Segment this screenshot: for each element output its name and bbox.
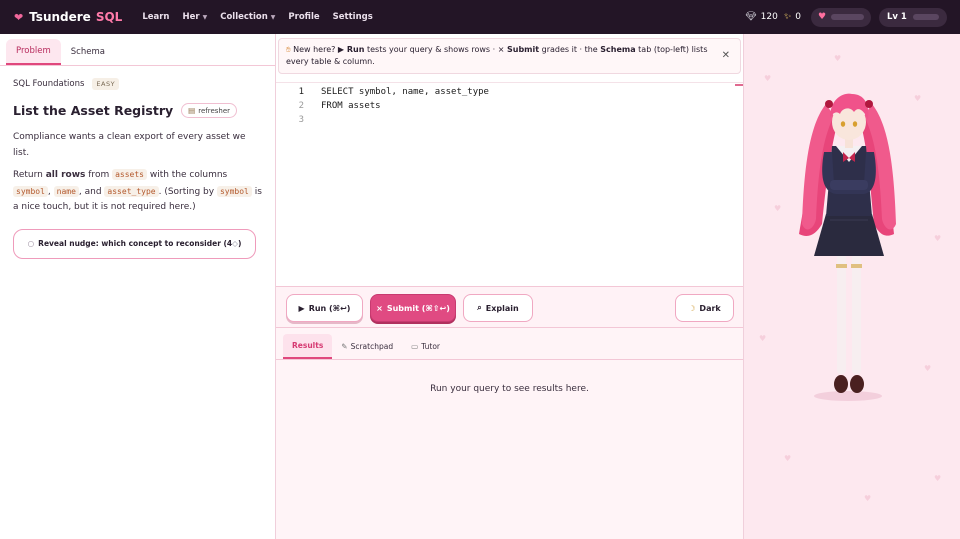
gem-counter: 💎︎ 120 [745, 12, 778, 22]
nav-settings[interactable]: Settings [333, 12, 373, 22]
affection-meter[interactable]: ♥ [811, 7, 871, 27]
magnifier-icon: ⌕ [477, 303, 482, 312]
brand-name: Tsundere [29, 10, 91, 24]
editor-scrollbar[interactable] [735, 83, 743, 287]
pencil-icon: ✎ [341, 342, 348, 351]
code-line: 1 SELECT symbol, name, asset_type [276, 85, 489, 99]
gem-icon: 💎︎ [745, 12, 757, 22]
code-column: symbol [13, 185, 48, 197]
problem-instructions: Return all rows from assets with the col… [13, 169, 262, 212]
sql-editor[interactable]: 1 SELECT symbol, name, asset_type 2 FROM… [276, 82, 743, 286]
sparkle-counter: ✨︎ 0 [783, 12, 801, 22]
dark-mode-button[interactable]: ☽ Dark [675, 294, 734, 322]
results-empty-message: Run your query to see results here. [430, 384, 589, 394]
reveal-nudge-button[interactable]: ○ Reveal nudge: which concept to reconsi… [13, 228, 256, 259]
brand-logo[interactable]: ❤ Tsundere SQL [14, 10, 122, 24]
problem-description: Compliance wants a clean export of every… [13, 132, 246, 158]
tab-schema[interactable]: Schema [61, 39, 115, 65]
line-number: 2 [298, 101, 304, 111]
code-table-name: assets [112, 169, 147, 180]
heart-icon: ♥ [818, 12, 827, 22]
top-nav: ❤ Tsundere SQL Learn Her ▼ Collection ▼ Pr… [0, 0, 960, 34]
workspace-panel: ✋︎ New here? ▶ Run tests your query & sh… [276, 34, 743, 539]
line-number: 1 [298, 87, 304, 97]
results-panel: Results ✎ Scratchpad ▭ Tutor Run your qu… [276, 328, 743, 539]
nav-learn[interactable]: Learn [142, 12, 169, 22]
left-tabs: Problem Schema [0, 34, 275, 66]
breadcrumb: SQL Foundations EASY [13, 78, 262, 90]
level-meter[interactable]: Lv 1 [879, 7, 947, 27]
speech-bubble-icon: ▭ [411, 342, 419, 351]
code-line: 3 [276, 113, 321, 127]
code-column: symbol [216, 185, 252, 197]
editor-toolbar: ▶ Run (⌘↩) × Submit (⌘⇧↩) ⌕ Explain ☽ Da… [276, 286, 743, 328]
code-line: 2 FROM assets [276, 99, 381, 113]
page-title: List the Asset Registry [13, 103, 174, 118]
submit-button[interactable]: × Submit (⌘⇧↩) [370, 294, 456, 322]
run-button[interactable]: ▶ Run (⌘↩) [286, 294, 363, 322]
thought-bubble-icon: ○ [27, 239, 35, 248]
banner-text: ✋︎ New here? ▶ Run tests your query & sh… [286, 45, 708, 66]
character-panel: ♥ ♥ ♥ ♥ ♥ ♥ ♥ ♥ ♥ ♥ [743, 34, 960, 539]
close-icon[interactable]: ✕ [722, 50, 730, 61]
code-column: asset_type [104, 185, 159, 197]
problem-content: SQL Foundations EASY List the Asset Regi… [0, 78, 275, 259]
play-icon: ▶ [298, 303, 305, 313]
chevron-down-icon: ▼ [270, 13, 276, 21]
nav-links: Learn Her ▼ Collection ▼ Profile Settings [142, 12, 385, 22]
character-illustration[interactable] [744, 34, 960, 539]
problem-panel: Problem Schema SQL Foundations EASY List… [0, 34, 276, 539]
affection-bar [831, 14, 864, 20]
sparkle-icon: ✨︎ [783, 12, 792, 22]
code-text: FROM assets [321, 101, 381, 111]
tab-tutor[interactable]: ▭ Tutor [402, 334, 449, 359]
tab-results[interactable]: Results [283, 334, 333, 359]
explain-button[interactable]: ⌕ Explain [463, 294, 533, 322]
chevron-down-icon: ▼ [202, 13, 208, 21]
refresher-button[interactable]: ▤ refresher [181, 103, 238, 118]
nav-collection[interactable]: Collection ▼ [220, 12, 275, 22]
submit-icon: × [376, 303, 383, 313]
moon-icon: ☽ [688, 303, 696, 313]
brand-accent: SQL [95, 10, 123, 24]
onboarding-banner: ✋︎ New here? ▶ Run tests your query & sh… [278, 38, 741, 74]
heart-icon: ❤ [14, 10, 24, 24]
xp-bar [912, 14, 939, 20]
nav-her[interactable]: Her ▼ [183, 12, 208, 22]
code-column: name [53, 185, 79, 197]
difficulty-badge: EASY [92, 78, 120, 90]
tab-problem[interactable]: Problem [6, 39, 61, 65]
nav-stats: 💎︎ 120 ✨︎ 0 ♥ Lv 1 [745, 0, 947, 34]
level-label: Lv 1 [887, 12, 907, 22]
results-tabs: Results ✎ Scratchpad ▭ Tutor [276, 328, 743, 360]
wave-icon: ✋︎ [286, 45, 291, 54]
code-text: SELECT symbol, name, asset_type [321, 87, 489, 97]
nav-profile[interactable]: Profile [288, 12, 319, 22]
course-name: SQL Foundations [13, 79, 85, 89]
line-number: 3 [298, 115, 304, 125]
book-icon: ▤ [188, 106, 196, 115]
tab-scratchpad[interactable]: ✎ Scratchpad [332, 334, 402, 359]
title-row: List the Asset Registry ▤ refresher [13, 103, 262, 118]
